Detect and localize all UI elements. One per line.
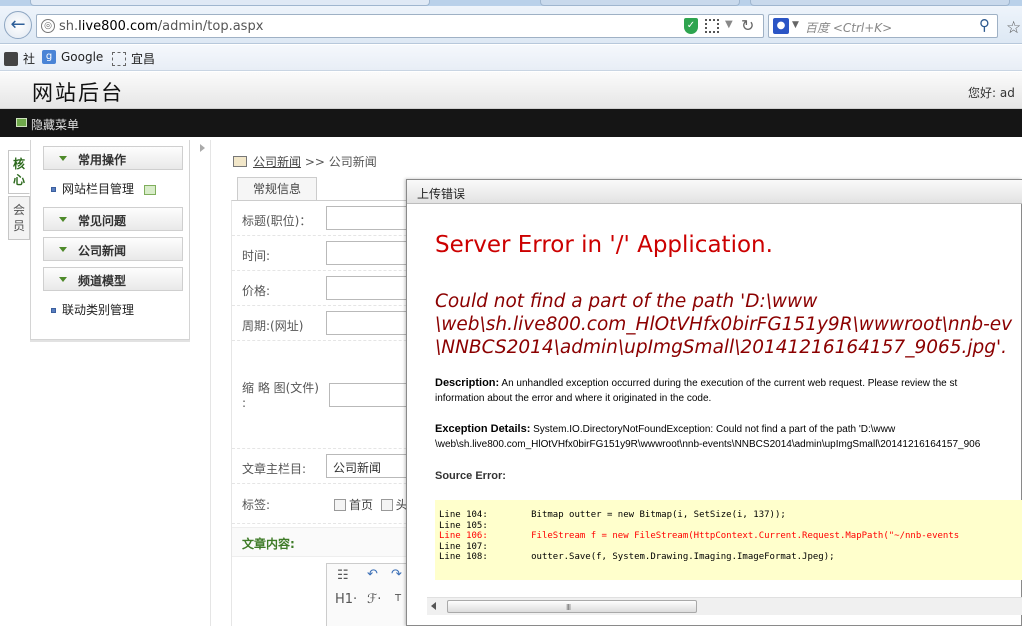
dialog-titlebar[interactable]: 上传错误 (407, 180, 1022, 204)
form-row-thumbnail: 缩 略 图(文件) : (232, 341, 449, 449)
breadcrumb-link[interactable]: 公司新闻 (253, 155, 301, 169)
source-code-box: Line 104: Bitmap outter = new Bitmap(i, … (435, 500, 1022, 580)
sidebar-group-news[interactable]: 公司新闻 (43, 237, 183, 261)
app-title: 网站后台 (32, 81, 124, 105)
form-row-category: 文章主栏目: 公司新闻 (232, 449, 446, 484)
dialog-title: 上传错误 (417, 187, 466, 201)
bookmark-item[interactable]: 社 (4, 50, 35, 67)
paste-icon[interactable]: ☷ (337, 568, 349, 583)
exception-details: Exception Details: System.IO.DirectoryNo… (435, 423, 981, 450)
code-line: Line 105: (439, 520, 488, 531)
code-line-highlighted: Line 106: FileStream f = new FileStream(… (439, 531, 960, 541)
app-header: 网站后台 您好: ad (0, 72, 1022, 109)
bookmark-item[interactable]: g Google (42, 50, 103, 64)
bookmark-icon (112, 51, 126, 66)
chevron-down-icon (59, 277, 67, 282)
bullet-icon (51, 308, 56, 313)
book-icon (233, 156, 247, 167)
hide-menu-link[interactable]: 隐藏菜单 (31, 116, 79, 133)
tag-headline-checkbox[interactable] (380, 499, 393, 511)
undo-icon[interactable]: ↶ (367, 567, 378, 582)
source-error-label: Source Error: (435, 470, 506, 482)
scrollbar-thumb[interactable]: III (447, 600, 697, 613)
sidebar-group-common[interactable]: 常用操作 (43, 146, 183, 170)
sidebar-divider (210, 140, 211, 626)
breadcrumb: 公司新闻 >> 公司新闻 (233, 153, 377, 170)
user-greeting: 您好: ad (968, 86, 1015, 100)
magnifier-icon[interactable]: ⚲ (979, 16, 990, 34)
form-row-period: 周期:(网址) (232, 306, 446, 341)
error-heading: Server Error in '/' Application. (435, 232, 773, 258)
font-icon[interactable]: ℱ· (367, 592, 381, 607)
chevron-down-icon[interactable]: ▼ (725, 19, 733, 30)
paw-icon[interactable]: ● (773, 18, 789, 34)
vertical-tabs: 核心 会员 (8, 150, 30, 242)
bullet-icon (51, 187, 56, 192)
reload-icon[interactable]: ↻ (741, 16, 754, 35)
browser-navbar: ← ◎ sh.live800.com/admin/top.aspx ✓ ▼ ↻ … (0, 6, 1022, 44)
code-line: Line 108: outter.Save(f, System.Drawing.… (439, 552, 835, 562)
globe-icon: ◎ (41, 19, 55, 33)
shield-icon[interactable]: ✓ (684, 18, 698, 34)
error-description: Description: An unhandled exception occu… (435, 377, 958, 404)
menu-icon[interactable] (16, 118, 27, 127)
search-placeholder[interactable]: 百度 <Ctrl+K> (805, 19, 892, 36)
top-menu-bar: 隐藏菜单 (0, 109, 1022, 137)
horizontal-scrollbar[interactable]: III (427, 597, 1022, 615)
form-row-title: 标题(职位)： (232, 201, 446, 236)
redo-icon[interactable]: ↷ (391, 567, 402, 582)
sidebar-group-channel[interactable]: 频道模型 (43, 267, 183, 291)
vtab-core[interactable]: 核心 (8, 150, 30, 194)
address-bar[interactable]: ◎ sh.live800.com/admin/top.aspx ✓ ▼ ↻ (36, 14, 764, 38)
heading-icon[interactable]: H1· (335, 592, 357, 607)
error-message: Could not find a part of the path 'D:\ww… (435, 291, 1013, 358)
form-row-tags: 标签: 首页 头 (232, 484, 432, 524)
form-row-price: 价格: (232, 271, 446, 306)
qr-code-icon[interactable] (705, 19, 719, 33)
scroll-left-icon[interactable] (431, 602, 436, 610)
code-line: Line 107: (439, 541, 488, 552)
chevron-down-icon[interactable]: ▼ (792, 20, 799, 30)
chevron-down-icon (59, 156, 67, 161)
sidebar-group-faq[interactable]: 常见问题 (43, 207, 183, 231)
url-text[interactable]: sh.live800.com/admin/top.aspx (59, 19, 263, 34)
search-bar[interactable]: ● ▼ 百度 <Ctrl+K> ⚲ (768, 14, 998, 38)
back-arrow-icon[interactable]: ← (4, 11, 32, 39)
sidebar-item-column-manage[interactable]: 网站栏目管理 (51, 180, 157, 197)
vtab-member[interactable]: 会员 (8, 196, 30, 240)
upload-error-dialog: 上传错误 Server Error in '/' Application. Co… (406, 179, 1022, 626)
article-form: 标题(职位)： 时间: 价格: 周期:(网址) 缩 略 图(文件) : 文章主栏… (231, 200, 449, 626)
bookmarks-bar: 社 g Google 宜昌 (0, 45, 1022, 71)
content-label: 文章内容: (242, 537, 295, 551)
chevron-down-icon (59, 217, 67, 222)
sidebar-item-linkage-manage[interactable]: 联动类别管理 (51, 301, 134, 318)
tab-basic-info[interactable]: 常规信息 (237, 177, 317, 201)
code-line: Line 104: Bitmap outter = new Bitmap(i, … (439, 510, 786, 520)
add-icon[interactable] (144, 184, 157, 195)
tag-home-checkbox[interactable] (334, 499, 346, 511)
form-row-time: 时间: (232, 236, 446, 271)
star-icon[interactable]: ☆ (1006, 18, 1021, 38)
font-size-icon[interactable]: T (395, 593, 401, 604)
bookmark-item[interactable]: 宜昌 (112, 50, 155, 67)
collapse-arrow-icon[interactable] (200, 144, 205, 152)
sidebar-menu: 常用操作 网站栏目管理 常见问题 公司新闻 频道模型 联动类别管理 (30, 140, 190, 340)
chevron-down-icon (59, 247, 67, 252)
google-icon: g (42, 50, 56, 64)
bookmark-icon (4, 51, 18, 66)
